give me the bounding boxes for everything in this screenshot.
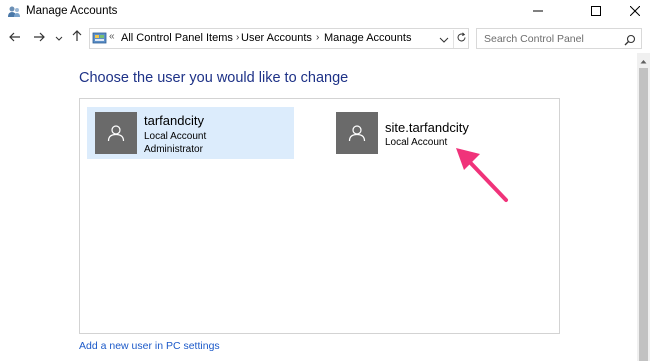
control-panel-icon	[92, 31, 107, 46]
account-type: Local Account	[144, 131, 207, 142]
forward-button[interactable]	[29, 27, 49, 49]
chevron-right-icon[interactable]: ›	[316, 32, 319, 43]
minimize-icon	[533, 3, 543, 21]
navigation-bar: « All Control Panel Items › User Account…	[0, 27, 650, 51]
user-avatar-icon	[336, 112, 378, 154]
account-tile-tarfandcity[interactable]: tarfandcity Local Account Administrator	[87, 107, 294, 159]
arrow-up-icon	[72, 29, 82, 47]
window-title: Manage Accounts	[26, 5, 118, 17]
close-icon	[629, 3, 641, 21]
arrow-right-icon	[33, 29, 45, 47]
account-name: site.tarfandcity	[385, 120, 469, 135]
close-button[interactable]	[612, 0, 650, 24]
page-title: Choose the user you would like to change	[79, 70, 349, 86]
chevron-down-icon	[55, 29, 63, 47]
search-icon[interactable]	[624, 33, 636, 46]
account-type: Local Account	[385, 137, 448, 148]
accounts-panel: tarfandcity Local Account Administrator …	[79, 98, 560, 334]
breadcrumb-manage-accounts[interactable]: Manage Accounts	[324, 32, 411, 44]
search-input[interactable]: Search Control Panel	[476, 28, 642, 49]
breadcrumb-all-control-panel-items[interactable]: All Control Panel Items	[121, 32, 233, 44]
up-button[interactable]	[67, 27, 87, 49]
title-bar: Manage Accounts	[0, 0, 650, 24]
users-icon	[7, 5, 21, 19]
recent-locations-button[interactable]	[52, 27, 66, 49]
refresh-button[interactable]	[453, 30, 469, 48]
chevron-right-icon[interactable]: ›	[236, 32, 239, 43]
user-avatar-icon	[95, 112, 137, 154]
add-new-user-link[interactable]: Add a new user in PC settings	[79, 340, 220, 352]
refresh-icon	[456, 30, 467, 48]
maximize-icon	[591, 3, 601, 21]
chevron-up-icon	[640, 51, 647, 69]
scroll-up-button[interactable]	[637, 53, 650, 67]
address-dropdown-button[interactable]	[439, 33, 449, 45]
account-name: tarfandcity	[144, 113, 204, 128]
back-button[interactable]	[5, 27, 25, 49]
vertical-scrollbar[interactable]	[637, 53, 650, 361]
arrow-left-icon	[9, 29, 21, 47]
annotation-arrow-icon	[450, 140, 520, 210]
breadcrumb-user-accounts[interactable]: User Accounts	[241, 32, 312, 44]
scrollbar-thumb[interactable]	[639, 68, 648, 361]
minimize-button[interactable]	[515, 0, 561, 24]
address-bar[interactable]: « All Control Panel Items › User Account…	[89, 28, 469, 49]
account-role: Administrator	[144, 144, 203, 155]
search-placeholder: Search Control Panel	[484, 33, 584, 45]
address-overflow[interactable]: «	[109, 31, 115, 42]
